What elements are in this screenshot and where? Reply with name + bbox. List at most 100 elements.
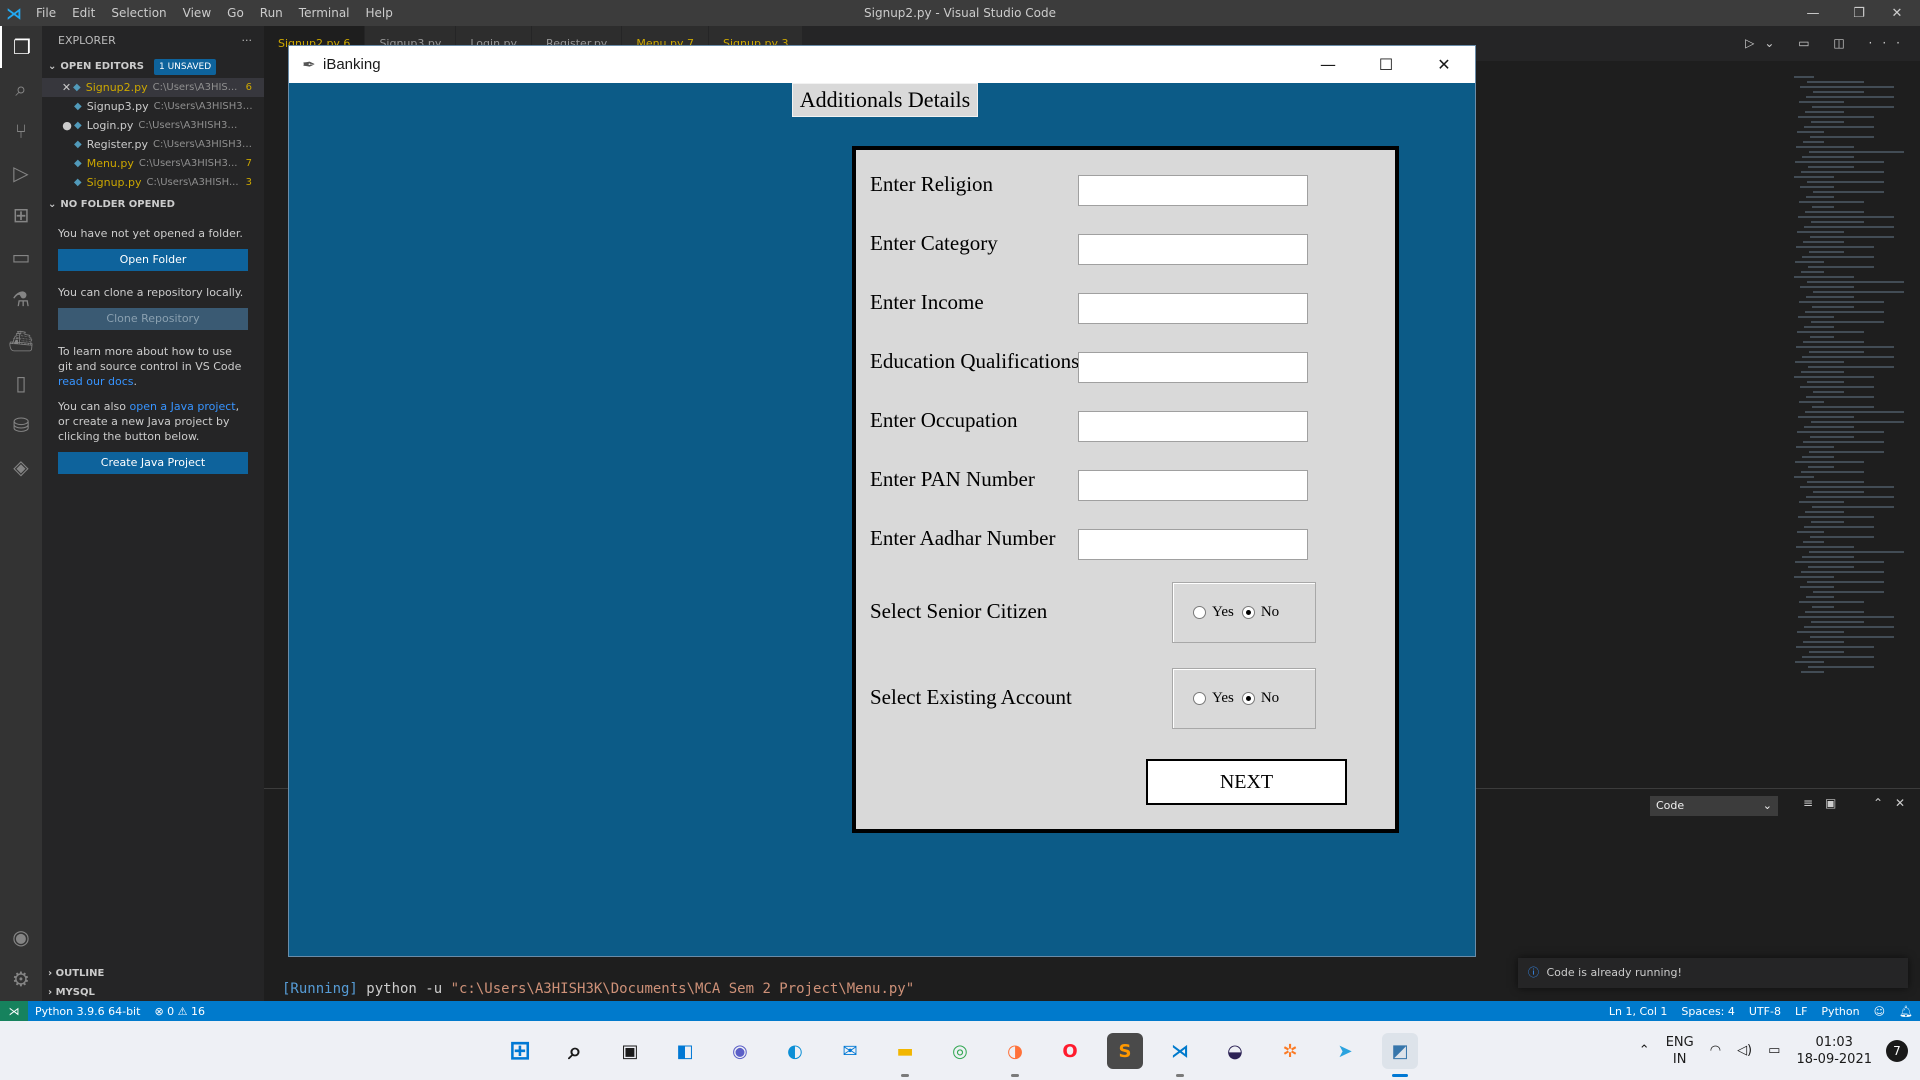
minimize-icon[interactable]: — <box>1299 46 1357 83</box>
vscode-taskbar-icon[interactable]: ⋊ <box>1162 1033 1198 1069</box>
open-editor-item[interactable]: ◆ Register.py C:\Users\A3HISH3K\D... <box>42 135 264 154</box>
edge-icon[interactable]: ◐ <box>777 1033 813 1069</box>
clone-repository-button[interactable]: Clone Repository <box>58 308 248 330</box>
open-editor-item[interactable]: ◆ Signup3.py C:\Users\A3HISH3K\D... <box>42 97 264 116</box>
close-icon[interactable]: ✕ <box>1874 0 1920 26</box>
testing-icon[interactable]: ⚗ <box>0 278 42 320</box>
clock[interactable]: 01:03 18-09-2021 <box>1788 1034 1880 1068</box>
notification-toast[interactable]: ⓘ Code is already running! <box>1518 958 1908 988</box>
maximize-icon[interactable]: ☐ <box>1357 46 1415 83</box>
source-control-icon[interactable]: ⑂ <box>0 110 42 152</box>
mysql-section[interactable]: › MYSQL <box>42 983 264 1002</box>
radio-indicator <box>1193 606 1206 619</box>
widgets-icon[interactable]: ◧ <box>667 1033 703 1069</box>
extensions-icon[interactable]: ⊞ <box>0 194 42 236</box>
database-icon[interactable]: ⛁ <box>0 404 42 446</box>
category-input[interactable] <box>1078 234 1308 265</box>
explorer-icon[interactable]: ❐ <box>0 26 42 68</box>
create-java-project-button[interactable]: Create Java Project <box>58 452 248 474</box>
wifi-icon[interactable]: ◠ <box>1702 1042 1729 1059</box>
cursor-position[interactable]: Ln 1, Col 1 <box>1602 1005 1675 1018</box>
file-explorer-icon[interactable]: ▬ <box>887 1033 923 1069</box>
menu-file[interactable]: File <box>28 0 64 26</box>
python-app-icon[interactable]: ◩ <box>1382 1033 1418 1069</box>
chevron-up-icon[interactable]: ⌃ <box>1631 1042 1658 1059</box>
pan-input[interactable] <box>1078 470 1308 501</box>
battery-icon[interactable]: ▭ <box>1760 1042 1788 1059</box>
remote-explorer-icon[interactable]: ▭ <box>0 236 42 278</box>
occupation-input[interactable] <box>1078 411 1308 442</box>
chrome-icon[interactable]: ◎ <box>942 1033 978 1069</box>
mail-icon[interactable]: ✉ <box>832 1033 868 1069</box>
clear-output-icon[interactable]: ≡ <box>1803 796 1813 810</box>
eclipse-icon[interactable]: ◒ <box>1217 1033 1253 1069</box>
lock-icon[interactable]: ▣ <box>1825 796 1836 810</box>
minimap-line <box>1797 231 1844 233</box>
outline-section[interactable]: › OUTLINE <box>42 964 264 983</box>
bookmark-icon[interactable]: ▯ <box>0 362 42 404</box>
education-input[interactable] <box>1078 352 1308 383</box>
teams-chat-icon[interactable]: ◉ <box>722 1033 758 1069</box>
read-docs-link[interactable]: read our docs <box>58 375 133 388</box>
layers-icon[interactable]: ◈ <box>0 446 42 488</box>
start-icon[interactable]: ⊞ <box>502 1033 538 1069</box>
minimap[interactable] <box>1794 76 1914 716</box>
aadhar-input[interactable] <box>1078 529 1308 560</box>
minimize-icon[interactable]: — <box>1790 0 1836 26</box>
menu-view[interactable]: View <box>175 0 219 26</box>
output-channel-select[interactable]: Code ⌄ <box>1650 796 1778 816</box>
menu-help[interactable]: Help <box>358 0 401 26</box>
income-input[interactable] <box>1078 293 1308 324</box>
existing-account-yes-radio[interactable]: Yes <box>1193 690 1234 707</box>
open-editor-item[interactable]: ◆ Menu.py C:\Users\A3HISH3... 7 <box>42 154 264 173</box>
open-editors-section[interactable]: ⌄ OPEN EDITORS 1 UNSAVED <box>42 56 264 78</box>
task-view-icon[interactable]: ▣ <box>612 1033 648 1069</box>
search-icon[interactable]: ⌕ <box>557 1033 593 1069</box>
close-editor-icon[interactable]: ✕ <box>60 81 73 94</box>
settings-gear-icon[interactable]: ⚙ <box>0 958 42 1000</box>
close-panel-icon[interactable]: ✕ <box>1895 796 1905 810</box>
bell-icon[interactable]: 🔔︎ <box>1892 1005 1920 1018</box>
language-mode[interactable]: Python <box>1814 1005 1866 1018</box>
open-editor-item[interactable]: ◆ Signup.py C:\Users\A3HISH... 3 <box>42 173 264 192</box>
maximize-panel-icon[interactable]: ⌃ <box>1873 796 1883 810</box>
encoding[interactable]: UTF-8 <box>1742 1005 1788 1018</box>
menu-selection[interactable]: Selection <box>103 0 174 26</box>
indentation[interactable]: Spaces: 4 <box>1674 1005 1741 1018</box>
notification-badge[interactable]: 7 <box>1886 1039 1908 1062</box>
editor-actions[interactable]: ▷⌄ ▭ ◫ ··· <box>1745 36 1910 50</box>
xampp-icon[interactable]: ✲ <box>1272 1033 1308 1069</box>
open-editor-item[interactable]: ● ◆ Login.py C:\Users\A3HISH3K\Doc... <box>42 116 264 135</box>
python-interpreter[interactable]: Python 3.9.6 64-bit <box>28 1005 147 1018</box>
end-of-line[interactable]: LF <box>1788 1005 1814 1018</box>
volume-icon[interactable]: ◁) <box>1729 1042 1760 1059</box>
language-indicator[interactable]: ENG IN <box>1658 1034 1702 1068</box>
religion-input[interactable] <box>1078 175 1308 206</box>
sublime-text-icon[interactable]: S <box>1107 1033 1143 1069</box>
menu-go[interactable]: Go <box>219 0 252 26</box>
next-button[interactable]: NEXT <box>1146 759 1347 805</box>
firefox-icon[interactable]: ◑ <box>997 1033 1033 1069</box>
senior-citizen-no-radio[interactable]: No <box>1241 604 1279 621</box>
menu-edit[interactable]: Edit <box>64 0 103 26</box>
no-folder-section[interactable]: ⌄ NO FOLDER OPENED <box>42 194 264 216</box>
problems-count[interactable]: ⊗ 0 ⚠ 16 <box>147 1005 212 1018</box>
telegram-icon[interactable]: ➤ <box>1327 1033 1363 1069</box>
account-icon[interactable]: ◉ <box>0 916 42 958</box>
menu-terminal[interactable]: Terminal <box>291 0 358 26</box>
senior-citizen-yes-radio[interactable]: Yes <box>1193 604 1234 621</box>
open-editor-item[interactable]: ✕ ◆ Signup2.py C:\Users\A3HIS... 6 <box>42 78 264 97</box>
existing-account-no-radio[interactable]: No <box>1241 690 1279 707</box>
docker-icon[interactable]: ⛴ <box>0 320 42 362</box>
feedback-icon[interactable]: ☺ <box>1867 1005 1892 1018</box>
close-icon[interactable]: ✕ <box>1415 46 1473 83</box>
opera-icon[interactable]: O <box>1052 1033 1088 1069</box>
more-actions-icon[interactable]: ··· <box>242 26 253 56</box>
ibanking-title-bar[interactable]: ✒ iBanking — ☐ ✕ <box>289 46 1475 83</box>
run-debug-icon[interactable]: ▷ <box>0 152 42 194</box>
open-folder-button[interactable]: Open Folder <box>58 249 248 271</box>
menu-run[interactable]: Run <box>252 0 291 26</box>
search-icon[interactable]: ⌕ <box>0 68 42 110</box>
remote-icon[interactable]: ⋊ <box>0 1001 28 1021</box>
open-java-project-link[interactable]: open a Java project <box>129 400 235 413</box>
